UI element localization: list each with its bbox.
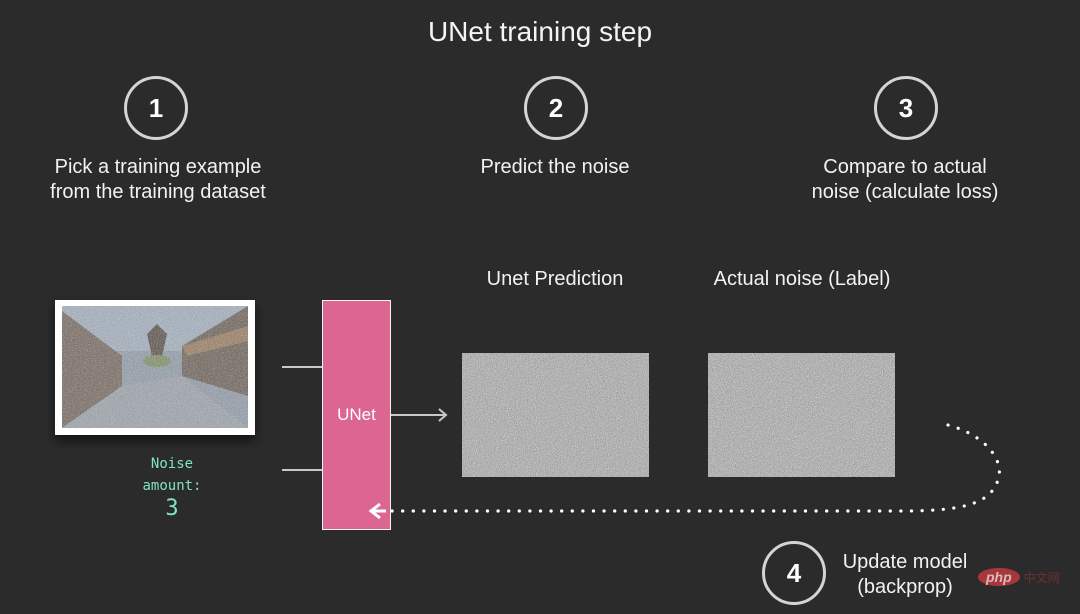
unet-prediction-noise-image [462,353,649,477]
prediction-arrow [391,408,448,422]
unet-model-block: UNet [322,300,391,530]
connectors [282,366,1001,513]
step-4-number: 4 [786,557,802,588]
backprop-arrowhead-icon [368,502,386,520]
step-4-line-1: Update model [842,551,968,573]
watermark: php 中文网 [978,568,1060,586]
step-4-description: Update model (backprop) [832,550,978,600]
actual-noise-texture [708,353,895,477]
step-4-badge: 4 [762,541,826,605]
actual-noise-image [708,353,895,477]
unet-label: UNet [337,405,376,424]
step-4-line-2: (backprop) [857,576,953,598]
predicted-noise-texture [462,353,649,477]
watermark-text: 中文网 [1023,570,1060,585]
watermark-logo: php [978,568,1020,586]
